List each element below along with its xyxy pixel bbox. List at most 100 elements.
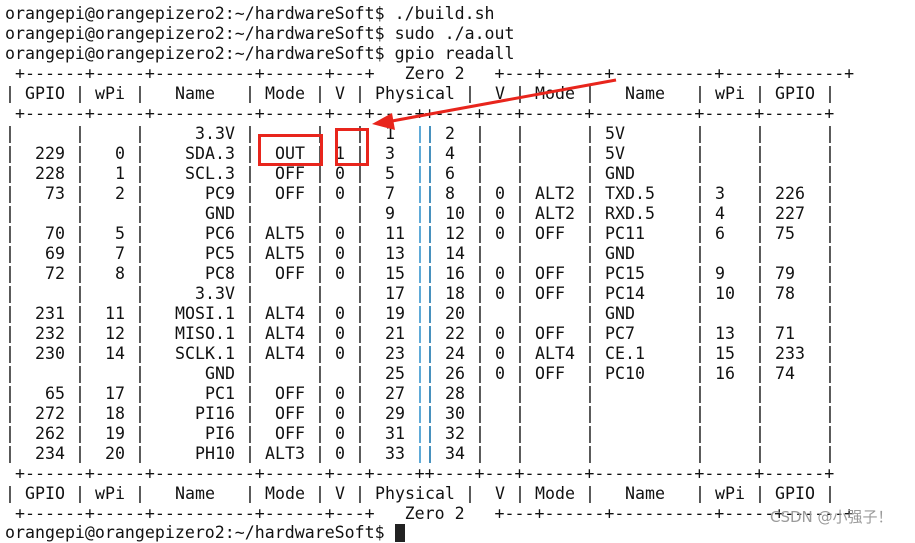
name-cell: MISO.1 [175, 324, 235, 343]
physical-divider: || [415, 404, 435, 423]
column-divider: | [135, 124, 145, 143]
column-divider: | [695, 324, 705, 343]
column-divider: | [75, 424, 85, 443]
column-divider: | [5, 264, 15, 283]
column-divider: | [695, 84, 705, 103]
column-divider: | [755, 164, 765, 183]
mode-cell: ALT4 [265, 304, 305, 323]
column-divider: | [515, 224, 525, 243]
column-divider: | [825, 324, 835, 343]
name-cell: GND [605, 304, 635, 323]
column-divider: | [585, 224, 595, 243]
column-divider: | [5, 124, 15, 143]
value-cell: 1 [335, 144, 345, 163]
column-divider: | [515, 344, 525, 363]
column-divider: | [75, 184, 85, 203]
terminal-window[interactable]: orangepi@orangepizero2:~/hardwareSoft$ .… [0, 0, 915, 542]
physical-right-cell: 18 [445, 284, 465, 303]
mode-cell: OFF [275, 384, 305, 403]
column-divider: | [475, 124, 485, 143]
column-divider: | [695, 444, 705, 463]
mode-cell: ALT2 [535, 204, 575, 223]
column-divider: | [695, 484, 705, 503]
mode-cell: OFF [275, 184, 305, 203]
table-border: +------+-----+----------+------+---+ Zer… [5, 504, 855, 523]
column-divider: | [825, 164, 835, 183]
value-cell: 0 [335, 324, 345, 343]
column-divider: | [355, 324, 365, 343]
column-divider: | [245, 424, 255, 443]
column-divider: | [825, 264, 835, 283]
column-divider: | [585, 444, 595, 463]
column-divider: | [75, 364, 85, 383]
column-divider: | [515, 144, 525, 163]
column-divider: | [515, 124, 525, 143]
column-divider: | [755, 184, 765, 203]
gpio-cell: 73 [45, 184, 65, 203]
column-divider: | [755, 284, 765, 303]
header-cell: V [495, 484, 505, 503]
wpi-cell: 5 [115, 224, 125, 243]
column-divider: | [315, 364, 325, 383]
header-cell: Name [175, 84, 215, 103]
column-divider: | [585, 384, 595, 403]
column-divider: | [245, 284, 255, 303]
gpio-cell: 75 [775, 224, 795, 243]
column-divider: | [245, 444, 255, 463]
gpio-cell: 70 [45, 224, 65, 243]
physical-left-cell: 29 [385, 404, 405, 423]
wpi-cell: 15 [715, 344, 735, 363]
column-divider: | [75, 244, 85, 263]
name-cell: GND [205, 204, 235, 223]
column-divider: | [475, 444, 485, 463]
column-divider: | [315, 84, 325, 103]
physical-divider: || [415, 184, 435, 203]
prompt: orangepi@orangepizero2:~/hardwareSoft$ [5, 24, 385, 43]
column-divider: | [825, 144, 835, 163]
watermark: CSDN @小强子！ [770, 508, 893, 526]
gpio-cell: 79 [775, 264, 795, 283]
command-text: sudo ./a.out [394, 24, 515, 43]
table-separator: +------+-----+----------+------+---+----… [5, 464, 835, 483]
column-divider: | [5, 284, 15, 303]
gpio-cell: 226 [775, 184, 805, 203]
column-divider: | [5, 144, 15, 163]
value-cell: 0 [335, 444, 345, 463]
column-divider: | [315, 204, 325, 223]
column-divider: | [755, 344, 765, 363]
column-divider: | [135, 484, 145, 503]
wpi-cell: 1 [115, 164, 125, 183]
column-divider: | [355, 184, 365, 203]
physical-right-cell: 16 [445, 264, 465, 283]
mode-cell: OFF [535, 324, 565, 343]
column-divider: | [315, 124, 325, 143]
column-divider: | [315, 484, 325, 503]
physical-right-cell: 26 [445, 364, 465, 383]
header-cell: Physical [375, 84, 455, 103]
name-cell: RXD.5 [605, 204, 655, 223]
column-divider: | [245, 484, 255, 503]
mode-cell: ALT3 [265, 444, 305, 463]
column-divider: | [585, 164, 595, 183]
column-divider: | [515, 364, 525, 383]
column-divider: | [355, 144, 365, 163]
value-cell: 0 [495, 344, 505, 363]
physical-left-cell: 7 [385, 184, 395, 203]
column-divider: | [315, 384, 325, 403]
name-cell: PI6 [205, 424, 235, 443]
header-cell: Mode [535, 84, 575, 103]
column-divider: | [695, 404, 705, 423]
column-divider: | [825, 444, 835, 463]
gpio-cell: 65 [45, 384, 65, 403]
column-divider: | [475, 264, 485, 283]
column-divider: | [825, 484, 835, 503]
wpi-cell: 19 [105, 424, 125, 443]
value-cell: 0 [495, 184, 505, 203]
name-cell: PC6 [205, 224, 235, 243]
column-divider: | [75, 484, 85, 503]
column-divider: | [245, 364, 255, 383]
column-divider: | [245, 204, 255, 223]
column-divider: | [75, 284, 85, 303]
column-divider: | [355, 404, 365, 423]
physical-left-cell: 5 [385, 164, 395, 183]
